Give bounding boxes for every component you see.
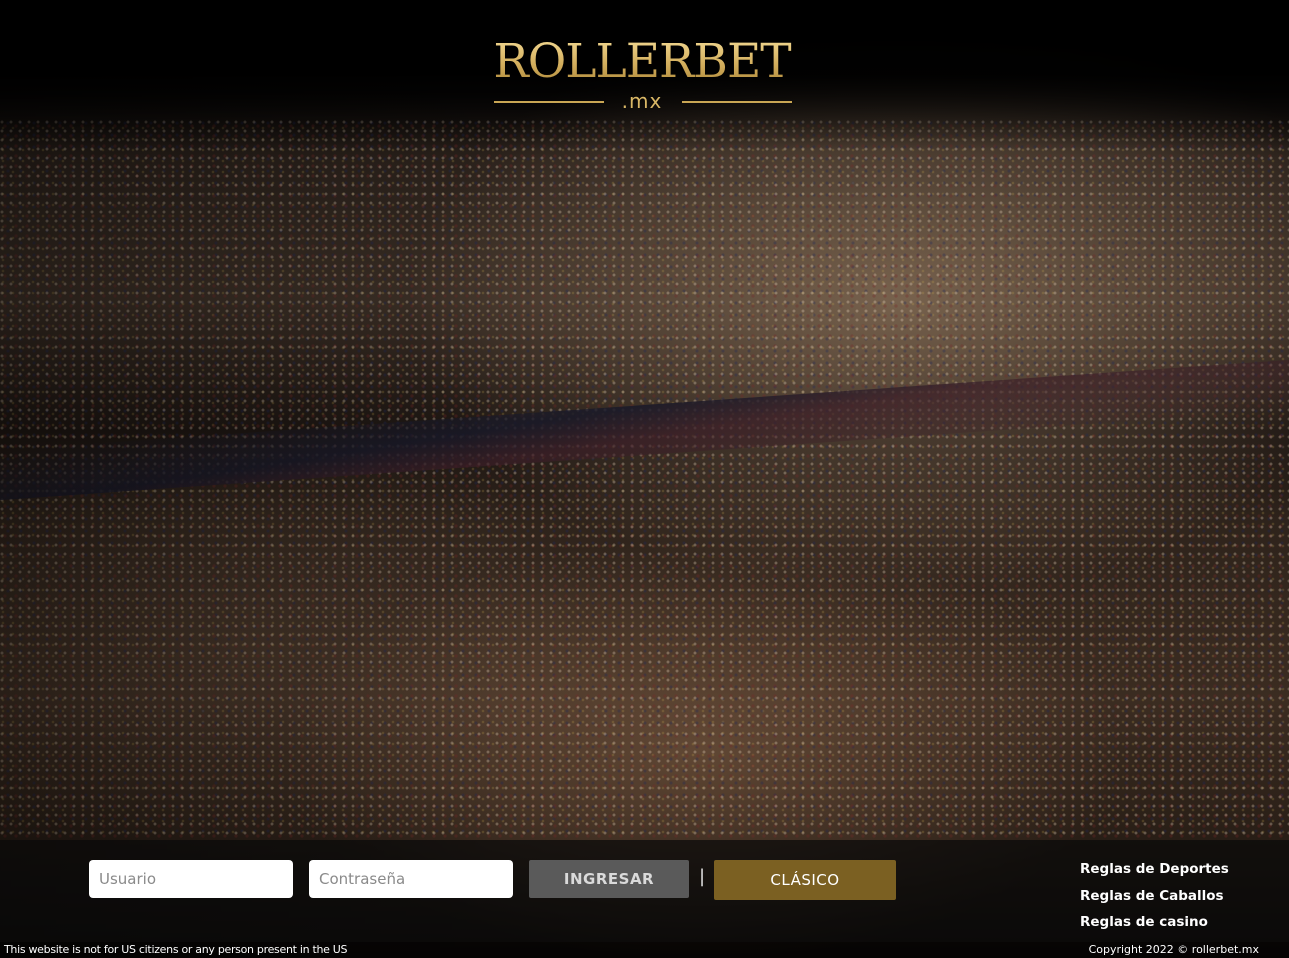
classic-button[interactable]: CLÁSICO bbox=[714, 860, 896, 900]
copyright-text: Copyright 2022 © rollerbet.mx bbox=[1088, 943, 1259, 956]
username-input[interactable] bbox=[89, 860, 293, 898]
stadium-background bbox=[0, 0, 1289, 958]
link-sports-rules[interactable]: Reglas de Deportes bbox=[1080, 856, 1280, 883]
brand-name: ROLLERBET bbox=[490, 36, 794, 88]
link-horse-rules[interactable]: Reglas de Caballos bbox=[1080, 883, 1280, 910]
brand-domain-row: .mx bbox=[490, 89, 794, 113]
login-button[interactable]: INGRESAR bbox=[529, 860, 689, 898]
us-disclaimer: This website is not for US citizens or a… bbox=[4, 943, 348, 956]
logo-divider-right bbox=[682, 101, 792, 103]
logo-divider-left bbox=[494, 101, 604, 103]
password-input[interactable] bbox=[309, 860, 513, 898]
brand-logo[interactable]: ROLLERBET .mx bbox=[490, 36, 794, 113]
brand-domain: .mx bbox=[621, 89, 663, 113]
link-casino-rules[interactable]: Reglas de casino bbox=[1080, 909, 1280, 936]
button-separator: | bbox=[699, 866, 706, 887]
rules-links: Reglas de Deportes Reglas de Caballos Re… bbox=[1080, 856, 1280, 936]
